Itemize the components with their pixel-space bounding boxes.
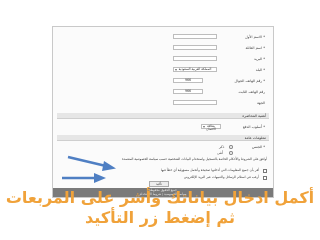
arrow-to-second-checkbox — [62, 173, 106, 183]
instruction-caption-line-2: ثم إضغط زر التأكيد — [85, 208, 235, 227]
instruction-caption-line-1: أكمل ادخال بياناتك وأشر على المربعات — [5, 188, 315, 207]
arrow-to-first-checkbox — [67, 155, 116, 171]
